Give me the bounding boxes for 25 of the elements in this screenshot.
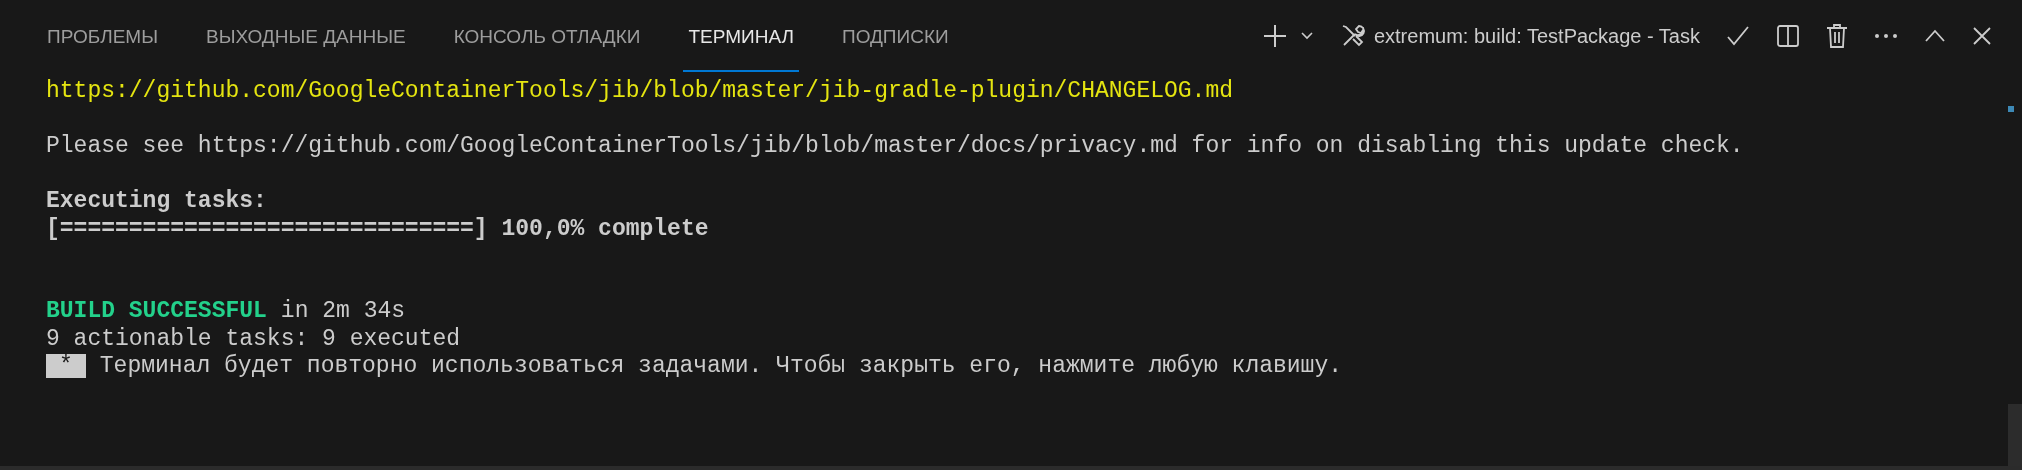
panel-tab[interactable]: ВЫХОДНЫЕ ДАННЫЕ (205, 0, 406, 72)
terminal-line: [==============================] 100,0% complete (46, 215, 709, 242)
terminal-line: Терминал будет повторно использоваться задачами. Чтобы закрыть его, нажмите любую клавишу. (99, 353, 1342, 379)
trash-icon[interactable] (1826, 23, 1848, 49)
check-icon[interactable] (1726, 24, 1750, 48)
terminal-line: in 2m 34s (280, 298, 406, 324)
panel-tab[interactable]: ПОДПИСКИ (842, 0, 949, 72)
build-status: BUILD SUCCESSFUL (46, 298, 267, 324)
more-icon[interactable] (1874, 33, 1898, 39)
panel-tab[interactable]: ПРОБЛЕМЫ (47, 0, 158, 72)
terminal-link[interactable]: https://github.com/GoogleContainerTools/jib/blob/master/jib-gradle-plugin/CHANGELOG.md (46, 78, 1233, 104)
prompt-marker: * (46, 354, 86, 378)
task-title: extremum: build: TestPackage - Task (1373, 24, 1700, 48)
terminal-line: 9 actionable tasks: 9 executed (46, 325, 461, 352)
panel-tab[interactable]: ТЕРМИНАЛ (683, 0, 799, 72)
terminal-line: Please see https://github.com/GoogleContainerTools/jib/blob/master/docs/privacy.md for info on disabling this update check. (46, 133, 1744, 159)
plus-icon[interactable] (1261, 23, 1288, 49)
split-icon[interactable] (1776, 24, 1800, 48)
panel-tab[interactable]: КОНСОЛЬ ОТЛАДКИ (453, 0, 641, 72)
terminal-line: Executing tasks: (46, 188, 267, 214)
terminal-task-tab[interactable]: extremum: build: TestPackage - Task (1339, 23, 1700, 49)
chevron-down-icon[interactable] (1299, 31, 1314, 41)
close-icon[interactable] (1972, 26, 1992, 46)
scroll-marker (2008, 106, 2014, 112)
chevron-up-icon[interactable] (1924, 29, 1946, 43)
